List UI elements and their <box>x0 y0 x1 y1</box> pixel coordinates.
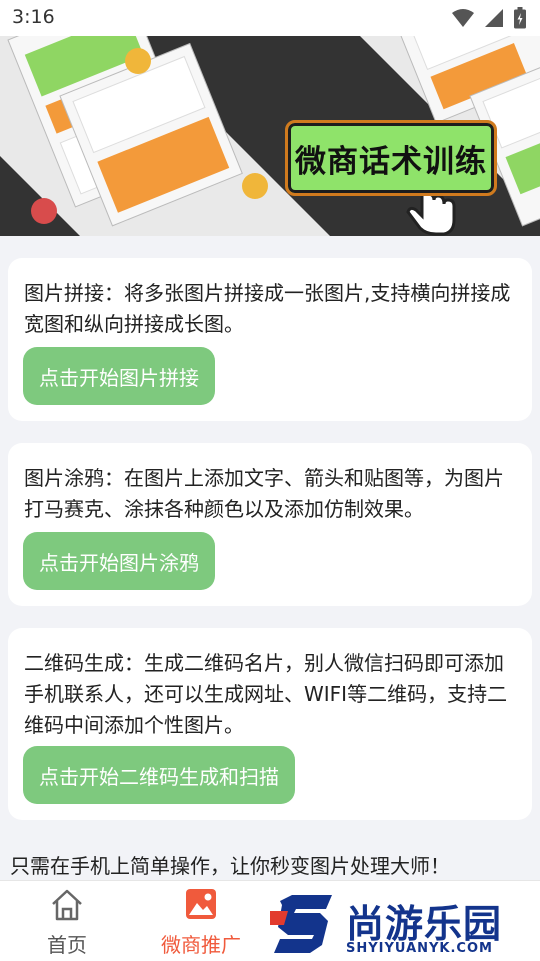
doodle-description: 图片涂鸦：在图片上添加文字、箭头和贴图等，为图片打马赛克、涂抹各种颜色以及添加仿… <box>24 466 504 521</box>
status-time: 3:16 <box>12 6 55 28</box>
battery-icon <box>514 7 526 29</box>
status-bar: 3:16 <box>0 0 540 36</box>
qrcode-description: 二维码生成：生成二维码名片，别人微信扫码即可添加手机联系人，还可以生成网址、WI… <box>24 651 508 737</box>
nav-home-label: 首页 <box>47 933 87 957</box>
nav-item-promotion[interactable]: 微商推广 <box>146 881 256 961</box>
status-icons <box>452 7 526 29</box>
watermark-logo-icon <box>270 895 332 953</box>
nav-promo-label: 微商推广 <box>161 933 241 957</box>
banner-title: 微商话术训练 <box>285 120 497 196</box>
image-icon <box>186 889 216 919</box>
watermark-url: SHYIYUANYK.COM <box>346 941 493 956</box>
nav-item-home[interactable]: 首页 <box>12 881 122 961</box>
footer-tagline: 只需在手机上简单操作，让你秒变图片处理大师！ <box>10 854 450 878</box>
start-stitch-button[interactable]: 点击开始图片拼接 <box>23 347 215 405</box>
stitch-description: 图片拼接：将多张图片拼接成一张图片,支持横向拼接成宽图和纵向拼接成长图。 <box>24 281 511 336</box>
wifi-icon <box>452 9 474 27</box>
feature-card-qrcode: 二维码生成：生成二维码名片，别人微信扫码即可添加手机联系人，还可以生成网址、WI… <box>8 628 532 820</box>
start-qrcode-button[interactable]: 点击开始二维码生成和扫描 <box>23 746 295 804</box>
signal-icon <box>485 9 503 27</box>
site-watermark: 尚游乐园 SHYIYUANYK.COM <box>262 893 540 960</box>
home-icon <box>52 889 82 921</box>
feature-card-doodle: 图片涂鸦：在图片上添加文字、箭头和贴图等，为图片打马赛克、涂抹各种颜色以及添加仿… <box>8 443 532 606</box>
promo-banner[interactable]: 微商话术训练 <box>0 36 540 236</box>
feature-card-stitch: 图片拼接：将多张图片拼接成一张图片,支持横向拼接成宽图和纵向拼接成长图。 点击开… <box>8 258 532 421</box>
watermark-text: 尚游乐园 <box>346 902 503 946</box>
start-doodle-button[interactable]: 点击开始图片涂鸦 <box>23 532 215 590</box>
